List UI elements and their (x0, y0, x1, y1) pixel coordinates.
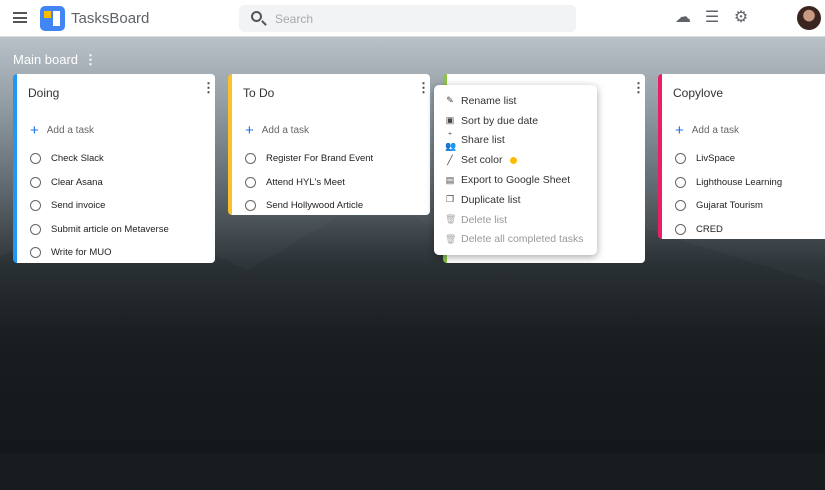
list-more-icon[interactable]: ⋮ (202, 81, 215, 94)
menu-item-sort-by-due-date[interactable]: ▣ Sort by due date (434, 111, 597, 131)
menu-item-set-color[interactable]: ╱ Set color (434, 150, 597, 170)
search-input[interactable] (275, 5, 565, 32)
checkbox-circle-icon[interactable] (245, 153, 256, 165)
task-text: Attend HYL's Meet (266, 176, 345, 188)
search-icon (251, 11, 262, 22)
task-text: Clear Asana (51, 176, 103, 188)
board-title[interactable]: Main board ⋮ (13, 52, 97, 68)
checkbox-circle-icon[interactable] (245, 176, 256, 188)
menu-item-share-list[interactable]: ⁺👥 Share list (434, 129, 597, 151)
avatar[interactable] (797, 6, 821, 30)
menu-item-label: Delete all completed tasks (461, 233, 584, 246)
trash-list-icon: 🗑 (445, 233, 457, 244)
task-item[interactable]: Lighthouse Learning (675, 171, 782, 195)
menu-item-label: Rename list (461, 94, 517, 107)
menu-item-export-to-google-sheet[interactable]: ▤ Export to Google Sheet (434, 170, 597, 190)
checkbox-circle-icon[interactable] (30, 176, 41, 188)
app-title: TasksBoard (71, 10, 150, 27)
add-task-label: Add a task (261, 125, 310, 136)
task-text: CRED (696, 223, 723, 235)
gear-icon[interactable]: ⚙ (733, 10, 749, 26)
copy-icon: ❐ (445, 194, 455, 205)
task-item[interactable]: Submit article on Metaverse (30, 218, 169, 242)
task-item[interactable]: Attend HYL's Meet (245, 171, 373, 195)
list-title[interactable]: Doing (28, 86, 59, 100)
menu-item-delete-all-completed-tasks[interactable]: 🗑 Delete all completed tasks (434, 230, 597, 250)
task-text: Register For Brand Event (266, 153, 374, 165)
menu-item-duplicate-list[interactable]: ❐ Duplicate list (434, 190, 597, 210)
pencil-icon: ✎ (446, 95, 454, 106)
task-item[interactable]: Clear Asana (30, 171, 169, 195)
task-item[interactable]: Send invoice (30, 194, 169, 218)
menu-item-label: Share list (461, 134, 505, 147)
current-color-swatch (510, 156, 518, 164)
board-title-text: Main board (13, 52, 79, 67)
checkbox-circle-icon[interactable] (245, 200, 256, 212)
task-text: Send Hollywood Article (266, 200, 364, 212)
task-text: Gujarat Tourism (696, 200, 763, 212)
plus-icon: + (245, 122, 254, 139)
menu-item-label: Sort by due date (461, 114, 539, 127)
plus-icon: + (675, 122, 684, 139)
task-item[interactable]: Send Hollywood Article (245, 194, 373, 218)
task-text: Submit article on Metaverse (51, 223, 169, 235)
list-more-icon[interactable]: ⋮ (632, 81, 645, 94)
search-bar[interactable] (239, 5, 576, 32)
board-more-icon[interactable]: ⋮ (84, 52, 97, 68)
checkbox-circle-icon[interactable] (30, 223, 41, 235)
brush-icon: ╱ (447, 154, 453, 165)
checkbox-circle-icon[interactable] (675, 153, 686, 165)
list-title[interactable]: Copylove (673, 86, 723, 100)
task-text: Write for MUO (51, 247, 112, 259)
add-task-label: Add a task (46, 125, 95, 136)
add-task-button[interactable]: + Add a task (245, 122, 309, 139)
list-card-copylove: Copylove + Add a task LivSpace Lighthouse… (658, 74, 825, 239)
checkbox-circle-icon[interactable] (30, 200, 41, 212)
task-text: Check Slack (51, 153, 104, 165)
task-item[interactable]: Register For Brand Event (245, 147, 373, 171)
add-task-button[interactable]: + Add a task (30, 122, 94, 139)
task-item[interactable]: Write for MUO (30, 241, 169, 265)
list-card-to-do: To Do ⋮ + Add a task Register For Brand E… (228, 74, 430, 215)
checkbox-circle-icon[interactable] (30, 153, 41, 165)
list-more-icon[interactable]: ⋮ (417, 81, 430, 94)
view-layout-icon[interactable]: ☰ (704, 10, 720, 26)
menu-item-label: Duplicate list (461, 193, 521, 206)
plus-icon: + (30, 122, 39, 139)
task-text: Lighthouse Learning (696, 176, 783, 188)
list-title[interactable]: To Do (243, 86, 274, 100)
hamburger-menu-icon[interactable] (13, 12, 27, 23)
checkbox-circle-icon[interactable] (675, 200, 686, 212)
menu-item-label: Export to Google Sheet (461, 174, 571, 187)
share-people-icon: ⁺👥 (445, 129, 457, 151)
calendar-icon: ▣ (445, 115, 455, 126)
checkbox-circle-icon[interactable] (30, 247, 41, 259)
checkbox-circle-icon[interactable] (675, 176, 686, 188)
task-text: Send invoice (51, 200, 106, 212)
task-item[interactable]: LivSpace (675, 147, 782, 171)
list-context-menu: ✎ Rename list ▣ Sort by due date ⁺👥 Share l… (434, 85, 597, 255)
menu-item-label: Set color (461, 154, 503, 167)
checkbox-circle-icon[interactable] (675, 223, 686, 235)
cloud-sync-icon[interactable]: ☁ (675, 10, 691, 26)
task-text: LivSpace (696, 153, 736, 165)
task-item[interactable]: Check Slack (30, 147, 169, 171)
task-item[interactable]: Gujarat Tourism (675, 194, 782, 218)
add-task-label: Add a task (691, 125, 740, 136)
top-bar: TasksBoard ☁ ☰ ⚙ (0, 0, 825, 37)
menu-item-delete-list[interactable]: 🗑 Delete list (434, 210, 597, 230)
trash-icon: 🗑 (445, 214, 457, 225)
sheet-icon: ▤ (445, 174, 455, 185)
list-card-doing: Doing ⋮ + Add a task Check Slack Clear As… (13, 74, 215, 263)
menu-item-label: Delete list (461, 213, 508, 226)
task-item[interactable]: CRED (675, 218, 782, 242)
tasksboard-logo-icon (40, 6, 65, 31)
add-task-button[interactable]: + Add a task (675, 122, 739, 139)
menu-item-rename-list[interactable]: ✎ Rename list (434, 91, 597, 111)
